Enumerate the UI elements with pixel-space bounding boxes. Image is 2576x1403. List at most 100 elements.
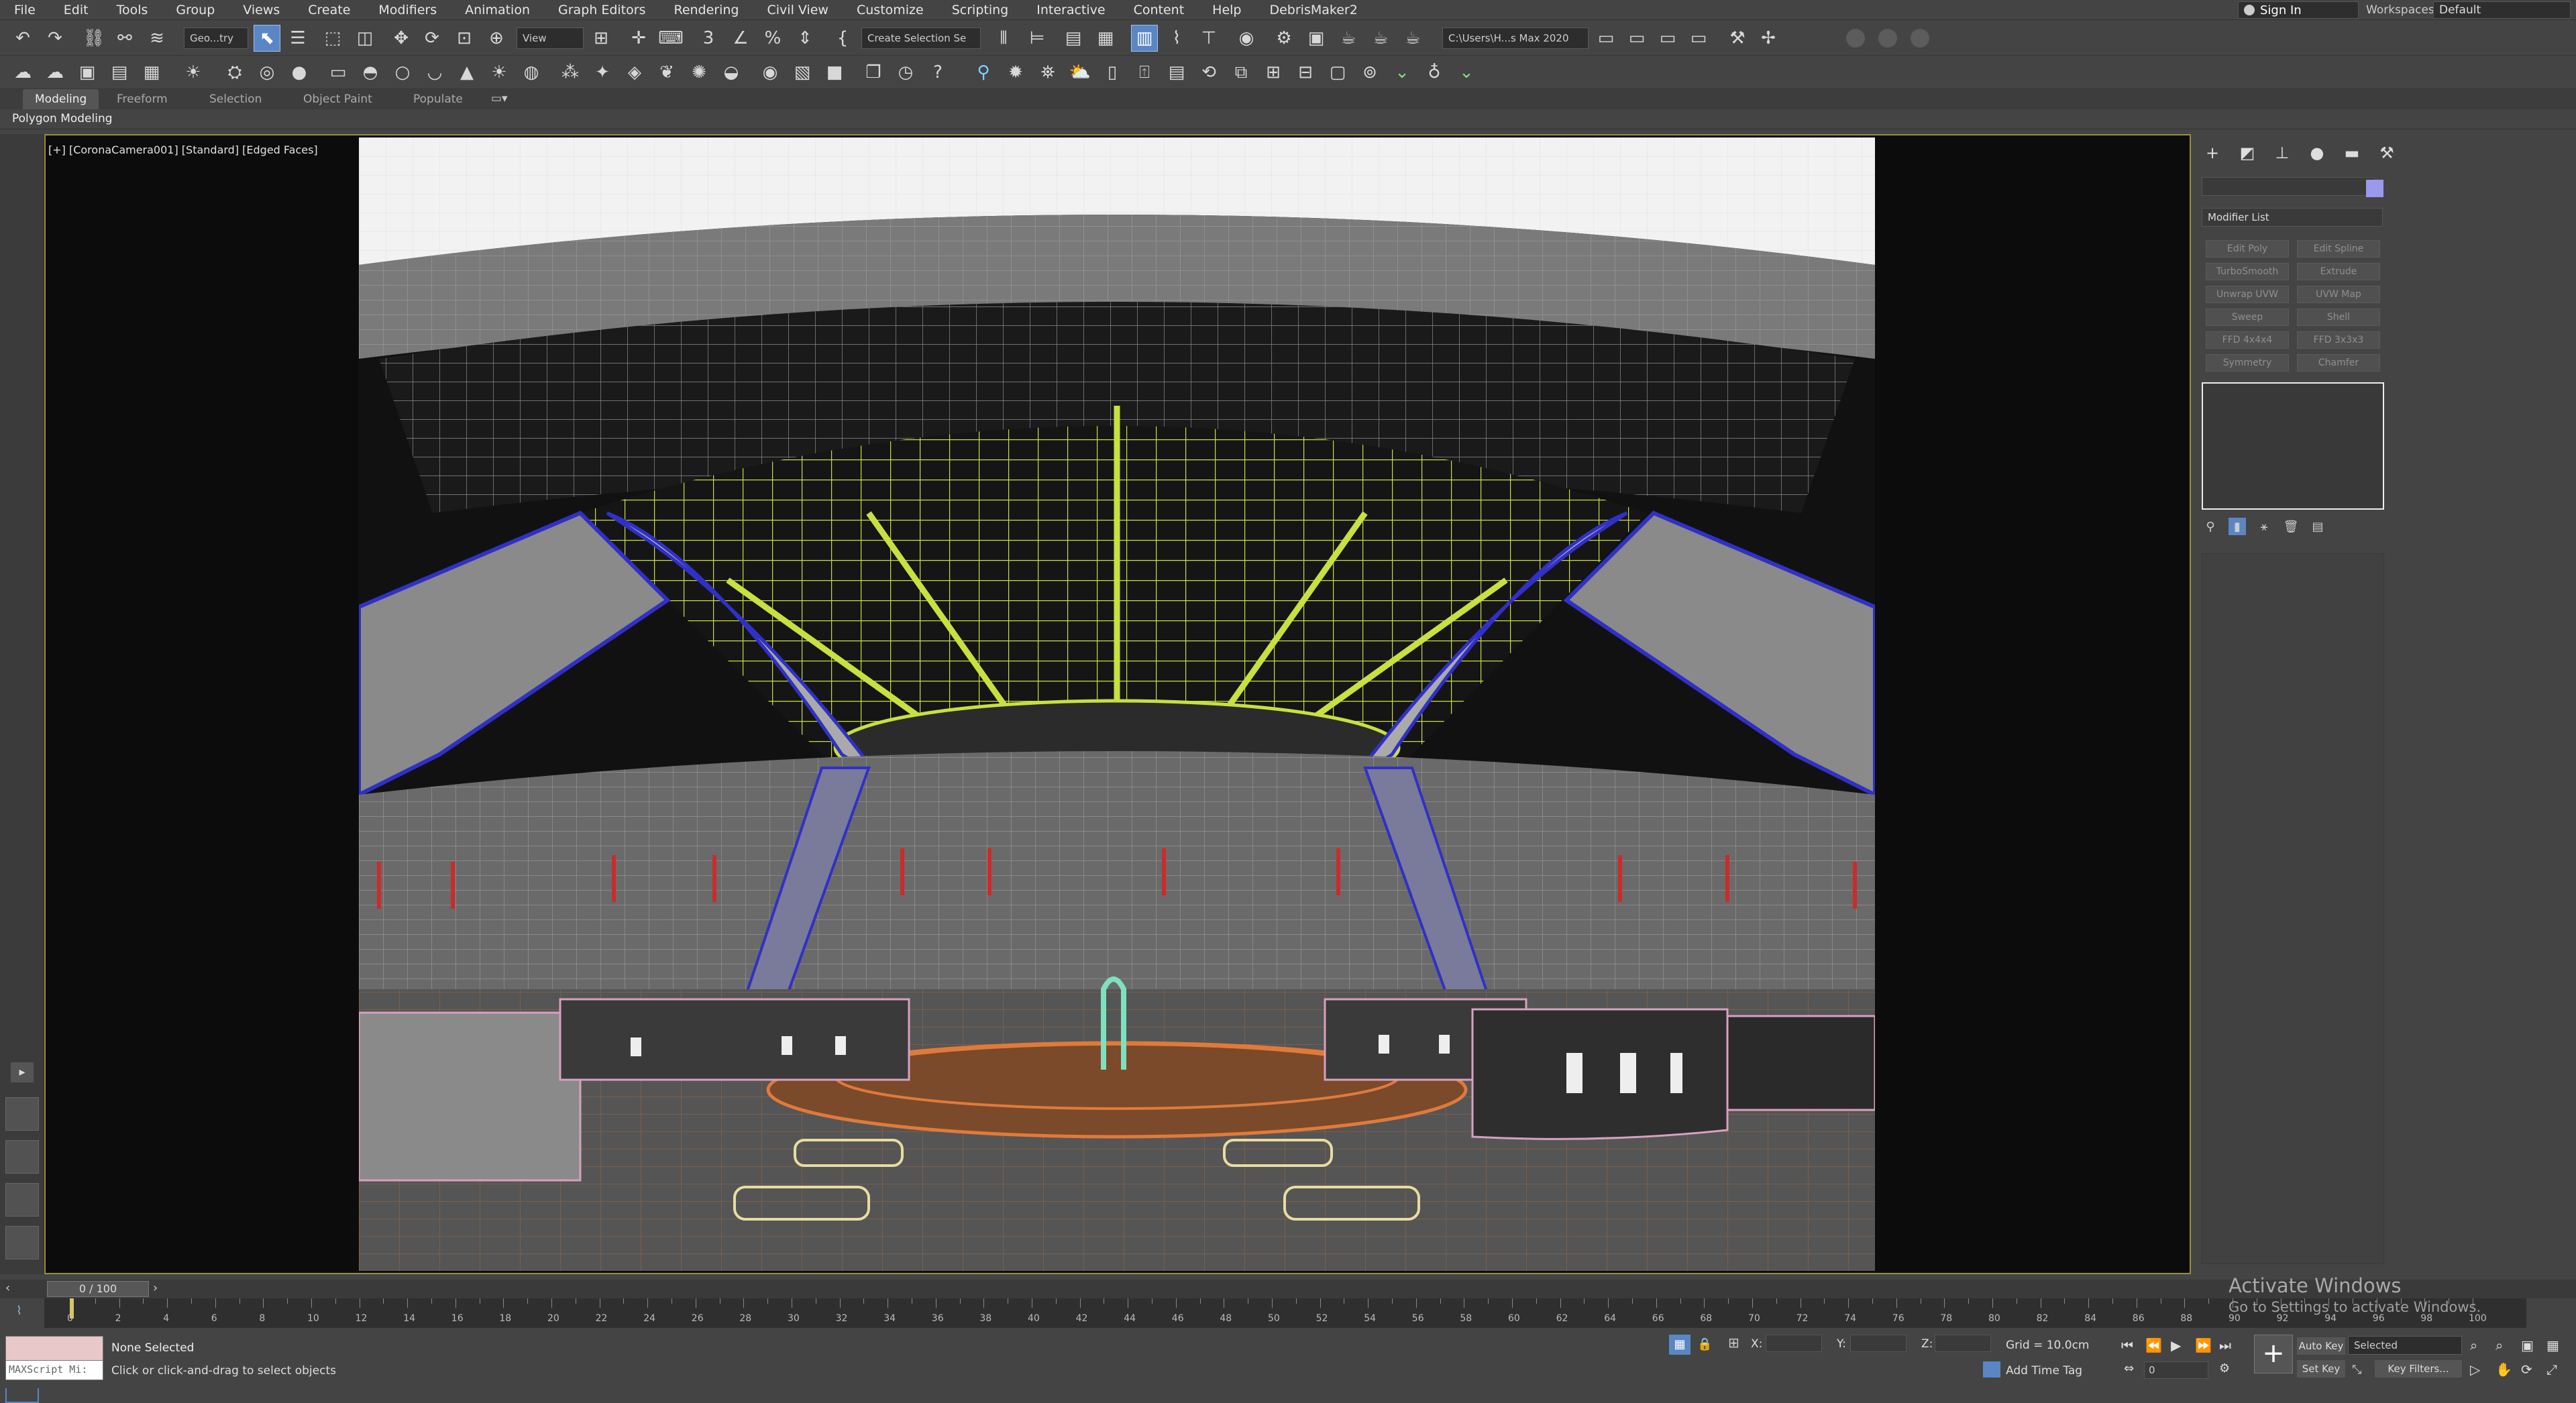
shell-button[interactable]: Shell [2297,308,2380,326]
zoom-all-icon[interactable]: ⌕ [2496,1337,2503,1353]
spinner-snap-icon[interactable]: ⇕ [792,25,818,52]
remove-modifier-icon[interactable]: 🗑 [2282,518,2300,535]
turbosmooth-button[interactable]: TurboSmooth [2206,263,2289,280]
grid-tool-icon[interactable]: ▦ [138,59,165,86]
material-tool-icon[interactable]: ◒ [718,59,745,86]
menu-help[interactable]: Help [1198,3,1255,17]
material-editor-icon[interactable]: ◉ [1233,25,1260,52]
pan-icon[interactable]: ✋ [2496,1361,2512,1378]
camera-tool-icon[interactable]: ⛭ [221,59,248,86]
selection-filter-select[interactable]: Geo...try [184,27,248,49]
unwrap-uvw-button[interactable]: Unwrap UVW [2206,286,2289,303]
curve-editor-icon[interactable]: ⌇ [1163,25,1190,52]
page-tool-icon[interactable]: ▤ [1163,59,1190,86]
menu-graph-editors[interactable]: Graph Editors [544,3,659,17]
dome-tool-icon[interactable]: ◓ [357,59,384,86]
create-tab-icon[interactable]: + [2199,139,2226,166]
menu-rendering[interactable]: Rendering [659,3,753,17]
sign-in-dropdown[interactable]: Sign In [2238,1,2359,19]
y-coordinate-field[interactable] [1850,1335,1907,1352]
layout-thumb[interactable] [5,1097,39,1131]
screen-tool-icon[interactable]: ⊟ [1292,59,1319,86]
orbit-icon[interactable]: ⟳ [2521,1361,2532,1378]
plane-tool-icon[interactable]: ▭ [325,59,352,86]
snaps-toggle-icon[interactable]: 3 [695,25,722,52]
time-slider-next-icon[interactable]: › [153,1281,168,1297]
z-coordinate-field[interactable] [1935,1335,1991,1352]
transform-mode-icon[interactable]: ⊞ [1728,1335,1739,1351]
maximize-viewport-icon[interactable]: ⤢ [2546,1361,2557,1378]
timeline-cursor[interactable] [70,1298,74,1318]
menu-modifiers[interactable]: Modifiers [364,3,451,17]
motion-tab-icon[interactable]: ● [2304,139,2330,166]
move-cursor-icon[interactable]: ✛ [625,25,652,52]
auto-key-button[interactable]: Auto Key [2297,1337,2345,1355]
scene-render[interactable] [359,137,1875,1271]
group-tool-icon[interactable]: ⛯ [1034,59,1061,86]
angle-snap-icon[interactable]: ∠ [727,25,754,52]
mirror-icon[interactable]: ⫴ [990,25,1017,52]
render-iterative-icon[interactable]: ☕ [1367,25,1394,52]
configure-sets-icon[interactable]: ▤ [2309,518,2326,535]
modify-tab-icon[interactable]: ◩ [2234,139,2261,166]
layout-thumb[interactable] [5,1140,39,1174]
help-tool-icon[interactable]: ? [924,59,951,86]
window-tool-icon[interactable]: ▢ [1324,59,1351,86]
show-end-result-icon[interactable]: ▮ [2229,518,2246,535]
modifier-list-select[interactable]: Modifier List [2202,208,2383,227]
project-icon-4[interactable]: ▭ [1685,25,1712,52]
time-slider[interactable]: 0 / 100 [47,1281,149,1297]
project-icon-2[interactable]: ▭ [1623,25,1650,52]
chamfer-button[interactable]: Chamfer [2297,354,2380,372]
play-icon[interactable]: ▶ [2171,1337,2181,1353]
dish-tool-icon[interactable]: ◡ [421,59,448,86]
menu-tools[interactable]: Tools [103,3,162,17]
frame-tool-icon[interactable]: ⧉ [1228,59,1254,86]
book-tool-icon[interactable]: ▯ [1099,59,1126,86]
arrow-up-tool-icon[interactable]: ⍐ [1131,59,1158,86]
project-folder-select[interactable]: C:\Users\H...s Max 2020 [1442,27,1589,49]
unlink-icon[interactable]: ⚯ [111,25,138,52]
render-setup-icon[interactable]: ⚙ [1271,25,1297,52]
tab-modeling[interactable]: Modeling [23,89,99,109]
edit-named-selection-icon[interactable]: { [829,25,856,52]
isolate-selection-icon[interactable]: ▦ [1669,1335,1690,1355]
move-icon[interactable]: ✥ [388,25,415,52]
leaf-tool-icon[interactable]: ❦ [653,59,680,86]
window-crossing-icon[interactable]: ◫ [352,25,378,52]
scene-explorer-icon[interactable]: ▤ [1060,25,1087,52]
menu-create[interactable]: Create [294,3,364,17]
pin-stack-icon[interactable]: ⚲ [2202,518,2219,535]
list-tool-icon[interactable]: ▤ [106,59,133,86]
render-activeshade-icon[interactable]: ☕ [1399,25,1426,52]
ribbon-options-icon[interactable]: ▭▾ [491,92,508,105]
ffd-3x3x3-button[interactable]: FFD 3x3x3 [2297,331,2380,349]
display-tab-icon[interactable]: ▬ [2339,139,2365,166]
key-filters-icon[interactable]: ⤡ [2352,1363,2361,1377]
set-key-big-icon[interactable]: + [2254,1335,2293,1373]
project-icon-3[interactable]: ▭ [1654,25,1681,52]
go-to-end-icon[interactable]: ⏭ [2219,1337,2231,1353]
key-filters-button[interactable]: Key Filters... [2375,1360,2462,1378]
object-name-field[interactable] [2202,177,2375,196]
uvw-map-button[interactable]: UVW Map [2297,286,2380,303]
utilities-tab-icon[interactable]: ⚒ [2373,139,2400,166]
set-project-folder-icon[interactable]: ▭ [1593,25,1619,52]
trackbar[interactable]: 0 2 4 6 8 10 12 14 16 18 20 22 24 26 28 30 32 34 36 38 40 42 4… [44,1298,2526,1328]
tab-object-paint[interactable]: Object Paint [291,89,384,109]
record-tool-icon[interactable]: ■ [821,59,848,86]
polygon-modeling-bar[interactable]: Polygon Modeling [0,109,2576,129]
sweep-button[interactable]: Sweep [2206,308,2289,326]
sun-tool-icon[interactable]: ☀ [486,59,513,86]
menu-views[interactable]: Views [229,3,294,17]
workspaces-select[interactable]: Default [2433,1,2571,19]
light-tool-icon[interactable]: ☀ [180,59,207,86]
chevron-down-icon[interactable]: ⌄ [1389,59,1415,86]
rendered-frame-window-icon[interactable]: ▣ [1303,25,1330,52]
menu-debrismaker2[interactable]: DebrisMaker2 [1255,3,1371,17]
image-converter-icon[interactable]: ▧ [789,59,816,86]
keyboard-shortcut-icon[interactable]: ⌨ [657,25,684,52]
target-tool-icon[interactable]: ◎ [254,59,280,86]
key-mode-icon[interactable]: ⚙ [2219,1361,2230,1376]
menu-content[interactable]: Content [1120,3,1199,17]
